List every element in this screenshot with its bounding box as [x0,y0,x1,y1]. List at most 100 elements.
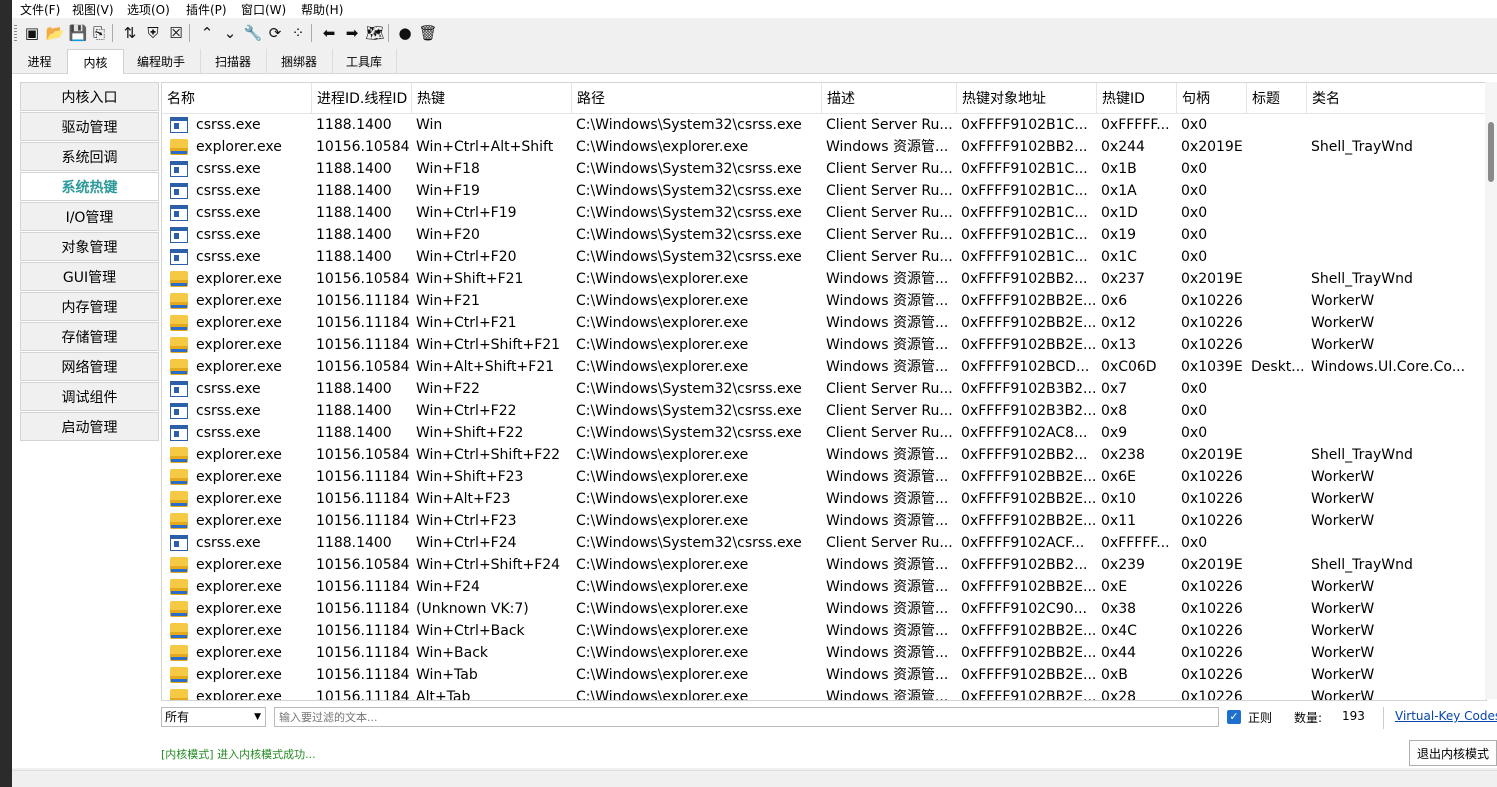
processes-icon[interactable]: ▣ [22,23,42,43]
menu-item-0[interactable]: 文件(F) [20,1,60,18]
table-row[interactable]: explorer.exe 10156.11184 Win+Alt+F23 C:\Win… [162,488,1486,510]
folder-app-icon [170,623,188,639]
cell-5: 0xFFFF9102BB2E... [961,293,1097,309]
table-row[interactable]: csrss.exe 1188.1400 Win+Ctrl+F24 C:\Windows… [162,532,1486,554]
wrench-icon[interactable]: 🔧 [243,23,263,43]
sidebar-item-7[interactable]: 内存管理 [20,292,159,321]
menu-item-3[interactable]: 插件(P) [186,1,227,18]
sidebar-item-9[interactable]: 网络管理 [20,352,159,381]
sidebar-item-11[interactable]: 启动管理 [20,412,159,441]
folder-app-icon [170,271,188,287]
trash-icon[interactable]: 🗑 [418,23,438,43]
table-row[interactable]: explorer.exe 10156.11184 Alt+Tab C:\Windows… [162,686,1486,700]
cell-1: 10156.11184 [316,579,410,595]
tab-5[interactable]: 工具库 [332,49,397,73]
cell-1: 10156.11184 [316,315,410,331]
column-header-5[interactable]: 热键对象地址 [957,83,1097,113]
cell-0: csrss.exe [196,403,261,419]
tab-3[interactable]: 扫描器 [200,49,267,73]
column-header-4[interactable]: 描述 [822,83,957,113]
cell-2: Win+Shift+F21 [416,271,524,287]
table-row[interactable]: csrss.exe 1188.1400 Win+F19 C:\Windows\Syst… [162,180,1486,202]
table-row[interactable]: explorer.exe 10156.11184 Win+Ctrl+F21 C:\Wi… [162,312,1486,334]
folder-app-icon [170,447,188,463]
map-icon[interactable]: 🗺 [365,23,385,43]
table-row[interactable]: csrss.exe 1188.1400 Win C:\Windows\System32… [162,114,1486,136]
column-header-6[interactable]: 热键ID [1097,83,1177,113]
sidebar-item-6[interactable]: GUI管理 [20,262,159,291]
sidebar-item-5[interactable]: 对象管理 [20,232,159,261]
sidebar-item-2[interactable]: 系统回调 [20,142,159,171]
column-header-0[interactable]: 名称 [162,83,312,113]
table-row[interactable]: csrss.exe 1188.1400 Win+Ctrl+F20 C:\Windows… [162,246,1486,268]
tab-1[interactable]: 内核 [67,49,124,75]
github-icon[interactable]: ● [395,23,415,43]
sidebar-item-8[interactable]: 存储管理 [20,322,159,351]
table-row[interactable]: csrss.exe 1188.1400 Win+F20 C:\Windows\Syst… [162,224,1486,246]
table-row[interactable]: csrss.exe 1188.1400 Win+Shift+F22 C:\Window… [162,422,1486,444]
table-row[interactable]: explorer.exe 10156.10584 Win+Ctrl+Shift+F2… [162,554,1486,576]
menu-item-4[interactable]: 窗口(W) [241,1,286,18]
column-header-7[interactable]: 句柄 [1177,83,1247,113]
sidebar-item-0[interactable]: 内核入口 [20,82,159,111]
regex-checkbox[interactable]: ✓ [1227,710,1241,724]
save-icon[interactable]: 💾 [68,23,88,43]
cell-6: 0x237 [1101,271,1145,287]
cell-7: 0x2019E [1181,447,1243,463]
virtual-key-codes-link[interactable]: Virtual-Key Codes [1395,709,1497,723]
column-header-2[interactable]: 热键 [412,83,572,113]
table-row[interactable]: explorer.exe 10156.10584 Win+Alt+Shift+F21… [162,356,1486,378]
table-row[interactable]: explorer.exe 10156.11184 Win+Ctrl+F23 C:\Wi… [162,510,1486,532]
cell-8 [1247,180,1307,202]
table-row[interactable]: explorer.exe 10156.10584 Win+Ctrl+Alt+Shif… [162,136,1486,158]
tab-4[interactable]: 捆绑器 [266,49,333,73]
chevron-up-icon[interactable]: ⌃ [197,23,217,43]
refresh-icon[interactable]: ⟳ [265,23,285,43]
sidebar-item-10[interactable]: 调试组件 [20,382,159,411]
menu-item-1[interactable]: 视图(V) [72,1,114,18]
sidebar-item-4[interactable]: I/O管理 [20,202,159,231]
arrow-right-icon[interactable]: ➡ [342,23,362,43]
open-icon[interactable]: 📂 [45,23,65,43]
table-row[interactable]: explorer.exe 10156.10584 Win+Shift+F21 C:\W… [162,268,1486,290]
sidebar-item-1[interactable]: 驱动管理 [20,112,159,141]
filter-scope-select[interactable]: 所有 ▼ [161,707,266,727]
table-row[interactable]: explorer.exe 10156.11184 Win+F21 C:\Windows… [162,290,1486,312]
cell-5: 0xFFFF9102BB2E... [961,667,1097,683]
filter-input[interactable] [274,707,1219,727]
column-header-9[interactable]: 类名 [1307,83,1486,113]
cell-4: Windows 资源管... [826,469,949,485]
table-row[interactable]: csrss.exe 1188.1400 Win+Ctrl+F19 C:\Windows… [162,202,1486,224]
arrow-left-icon[interactable]: ⬅ [319,23,339,43]
table-row[interactable]: explorer.exe 10156.10584 Win+Ctrl+Shift+F2… [162,444,1486,466]
table-row[interactable]: explorer.exe 10156.11184 Win+Ctrl+Shift+F2… [162,334,1486,356]
table-row[interactable]: explorer.exe 10156.11184 Win+Ctrl+Back C:\W… [162,620,1486,642]
table-row[interactable]: explorer.exe 10156.11184 Win+Back C:\Window… [162,642,1486,664]
tab-2[interactable]: 编程助手 [122,49,201,73]
menu-item-5[interactable]: 帮助(H) [301,1,343,18]
column-header-3[interactable]: 路径 [572,83,822,113]
table-row[interactable]: csrss.exe 1188.1400 Win+F18 C:\Windows\Syst… [162,158,1486,180]
vertical-scrollbar[interactable] [1485,82,1497,699]
column-header-8[interactable]: 标题 [1247,83,1307,113]
table-row[interactable]: explorer.exe 10156.11184 Win+Tab C:\Windows… [162,664,1486,686]
shield-icon[interactable]: ⛨ [143,23,163,43]
scrollbar-thumb[interactable] [1488,122,1494,182]
grid-icon[interactable]: ⁘ [288,23,308,43]
table-row[interactable]: csrss.exe 1188.1400 Win+Ctrl+F22 C:\Windows… [162,400,1486,422]
cell-6: 0x238 [1101,447,1145,463]
chevron-down-icon[interactable]: ⌄ [220,23,240,43]
swap-icon[interactable]: ⇅ [120,23,140,43]
table-row[interactable]: csrss.exe 1188.1400 Win+F22 C:\Windows\Syst… [162,378,1486,400]
table-row[interactable]: explorer.exe 10156.11184 Win+F24 C:\Windows… [162,576,1486,598]
exit-kernel-mode-button[interactable]: 退出内核模式 [1409,740,1497,766]
menu-item-2[interactable]: 选项(O) [127,1,170,18]
toolbar-grip[interactable] [14,25,17,41]
column-header-1[interactable]: 进程ID.线程ID [312,83,412,113]
export-icon[interactable]: ⎘ [89,23,109,43]
tab-0[interactable]: 进程 [12,49,68,73]
sidebar-item-3[interactable]: 系统热键 [20,172,159,201]
close-box-icon[interactable]: ☒ [166,23,186,43]
table-row[interactable]: explorer.exe 10156.11184 Win+Shift+F23 C:\W… [162,466,1486,488]
table-row[interactable]: explorer.exe 10156.11184 (Unknown VK:7) C:\… [162,598,1486,620]
